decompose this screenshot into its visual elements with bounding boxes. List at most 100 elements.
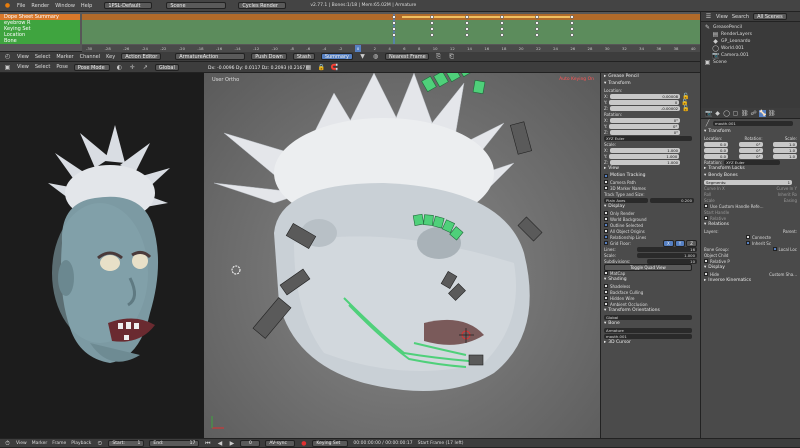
outliner-item[interactable]: ▣ Scene: [704, 59, 797, 66]
outliner-item[interactable]: ▤ RenderLayers: [704, 31, 797, 38]
scale-y-field[interactable]: 1.000: [609, 153, 680, 159]
relative-parent-checkbox[interactable]: [704, 259, 708, 263]
orientation-selector[interactable]: Global: [154, 63, 179, 71]
toggle-quad-view-button[interactable]: Toggle Quad View: [604, 263, 692, 271]
outliner-item[interactable]: ◆ GP_Leonardo: [704, 38, 797, 45]
render-engine-selector[interactable]: Cycles Render: [238, 2, 287, 9]
tl-menu-view[interactable]: View: [16, 441, 27, 446]
segments-field[interactable]: Segments: 1: [704, 179, 792, 185]
location-x-field[interactable]: 0.00008: [610, 93, 681, 99]
relative-checkbox[interactable]: [704, 216, 708, 220]
play-icon[interactable]: ▶: [228, 440, 235, 447]
pivot-icon[interactable]: ✛: [129, 64, 136, 71]
prop-rotation-mode-select[interactable]: XYZ Euler: [724, 159, 781, 165]
render-viewport[interactable]: [0, 73, 204, 438]
ghost-icon[interactable]: ◍: [372, 53, 379, 60]
lock-icon[interactable]: 🔓: [682, 105, 689, 112]
camera-path-checkbox[interactable]: [604, 180, 608, 184]
transform-locks-panel[interactable]: ▸ Transform Locks: [701, 165, 800, 172]
armature-field[interactable]: Armature: [604, 327, 692, 333]
timeline-editor-icon[interactable]: ⏱: [4, 440, 11, 447]
paste-keys-icon[interactable]: ⎗: [448, 53, 455, 60]
keyframe-markers[interactable]: [82, 14, 700, 44]
display-checkbox[interactable]: [604, 235, 608, 239]
snap-icon[interactable]: 🧲: [331, 64, 338, 71]
rotation-y-field[interactable]: 0°: [609, 123, 680, 129]
bone-constraint-tab-icon[interactable]: ⛓: [768, 110, 776, 117]
grid-floor-checkbox[interactable]: [604, 241, 608, 245]
editor-type-icon[interactable]: ◴: [4, 53, 11, 60]
scale-x-field[interactable]: 1.000: [610, 147, 681, 153]
manipulator-icon[interactable]: ↗: [142, 64, 149, 71]
constraints-tab-icon[interactable]: ⛓: [741, 110, 749, 117]
connected-checkbox[interactable]: [746, 235, 750, 239]
keying-set-selector[interactable]: Keying Set: [312, 439, 349, 447]
grid-scale-field[interactable]: 1.000: [637, 252, 697, 258]
scene-tab-icon[interactable]: ◆: [714, 110, 721, 117]
prop-location-field[interactable]: 0.0: [704, 153, 728, 159]
relations-panel[interactable]: ▾ Relations: [701, 221, 800, 228]
tl-menu-marker[interactable]: Marker: [32, 441, 48, 446]
display-checkbox[interactable]: [604, 229, 608, 233]
display-panel[interactable]: ▾ Display: [601, 203, 700, 210]
inverse-kinematics-panel[interactable]: ▸ Inverse Kinematics: [701, 277, 800, 284]
channel-bone[interactable]: Bone: [0, 38, 80, 44]
frame-ruler[interactable]: -30 -28 -26 -24 -22 -20 -18 -16 -14 -12 …: [82, 45, 700, 52]
shading-checkbox[interactable]: [604, 296, 608, 300]
bendy-bones-panel[interactable]: ▾ Bendy Bones: [701, 172, 800, 179]
vp-menu-pose[interactable]: Pose: [56, 64, 68, 70]
scene-selector[interactable]: Scene: [166, 2, 227, 9]
action-editor-mode[interactable]: Action Editor: [121, 53, 162, 60]
layout-selector[interactable]: 1PSL-Default: [104, 2, 153, 9]
rotation-z-field[interactable]: 0°: [610, 129, 681, 135]
prop-location-field[interactable]: 0.0: [704, 141, 728, 147]
menu-window[interactable]: Window: [55, 3, 75, 9]
prop-scale-field[interactable]: 1.0: [773, 147, 797, 153]
plain-axes-select[interactable]: Plain Axes: [604, 197, 648, 203]
stash-button[interactable]: Stash: [292, 53, 315, 60]
orientation-select[interactable]: Global: [604, 314, 692, 320]
axis-z-toggle[interactable]: Z: [686, 239, 697, 247]
menu-help[interactable]: Help: [81, 3, 92, 9]
outliner-item[interactable]: ✎ GreasePencil: [704, 24, 797, 31]
hide-checkbox[interactable]: [704, 272, 708, 276]
bone-tab-icon[interactable]: 🦴: [759, 109, 766, 117]
display-checkbox[interactable]: [604, 223, 608, 227]
prop-rotation-field[interactable]: 0°: [738, 141, 763, 147]
scale-z-field[interactable]: 1.000: [610, 159, 681, 165]
transform-panel[interactable]: ▾ Transform: [601, 80, 700, 87]
rotation-mode-select[interactable]: XYZ Euler: [604, 135, 692, 141]
menu-file[interactable]: File: [17, 3, 25, 9]
shading-checkbox[interactable]: [604, 302, 608, 306]
prop-display-panel[interactable]: ▾ Display: [701, 264, 800, 271]
axis-x-toggle[interactable]: X: [663, 239, 674, 247]
current-frame-indicator[interactable]: 0: [354, 45, 362, 52]
copy-keys-icon[interactable]: ⎘: [435, 53, 442, 60]
prev-key-icon[interactable]: ◀: [216, 440, 223, 447]
tl-menu-frame[interactable]: Frame: [52, 441, 66, 446]
prop-scale-field[interactable]: 1.0: [773, 141, 797, 147]
prop-rotation-field[interactable]: 0°: [738, 147, 763, 153]
motion-tracking-panel[interactable]: Motion Tracking: [601, 172, 700, 179]
filter-icon[interactable]: ▼: [359, 53, 366, 60]
bone-name-field[interactable]: mouth.001: [604, 333, 692, 339]
tl-menu-playback[interactable]: Playback: [71, 441, 91, 446]
view-panel[interactable]: ▸ View: [601, 165, 700, 172]
outliner-editor-icon[interactable]: ☰: [705, 13, 712, 20]
record-icon[interactable]: ●: [300, 440, 307, 447]
object-tab-icon[interactable]: ▢: [732, 110, 739, 117]
jump-start-icon[interactable]: ⏮: [204, 440, 211, 447]
ds-menu-channel[interactable]: Channel: [80, 54, 101, 60]
display-mode-selector[interactable]: All Scenes: [753, 13, 787, 20]
custom-handle-checkbox[interactable]: [704, 204, 708, 208]
rotation-x-field[interactable]: 0°: [610, 117, 681, 123]
prop-transform-panel[interactable]: ▾ Transform: [701, 128, 800, 135]
start-frame-field[interactable]: Start: 1: [108, 439, 145, 447]
inherit-scale-checkbox[interactable]: [746, 241, 750, 245]
view3d-editor-icon[interactable]: ▣: [4, 64, 11, 71]
ds-menu-select[interactable]: Select: [35, 54, 50, 60]
interaction-mode-selector[interactable]: Pose Mode: [73, 63, 110, 71]
ds-menu-key[interactable]: Key: [106, 54, 115, 60]
lock-icon[interactable]: 🔒: [318, 64, 325, 71]
motion-tracking-checkbox[interactable]: [604, 173, 608, 178]
